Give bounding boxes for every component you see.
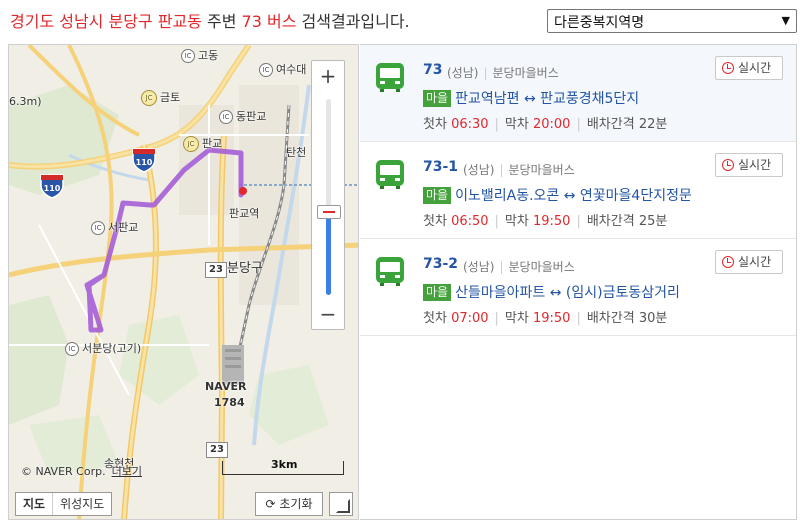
bus-route-path[interactable]: 마을 산들마을아파트 ↔ (임시)금토동삼거리 <box>423 282 680 302</box>
bus-meta: (성남) | 분당마을버스 <box>463 260 575 274</box>
search-result-headline: 경기도 성남시 분당구 판교동 주변 73 버스 검색결과입니다. <box>10 8 410 32</box>
refresh-icon: ⟳ <box>265 497 276 511</box>
jc-icon: JC <box>141 90 157 106</box>
svg-text:110: 110 <box>136 158 153 167</box>
realtime-button[interactable]: 실시간 <box>715 153 783 177</box>
bus-meta: (성남) | 분당마을버스 <box>447 66 559 80</box>
fullscreen-button[interactable] <box>329 492 353 516</box>
reset-label: 초기화 <box>279 497 313 511</box>
clock-icon <box>722 256 734 268</box>
map-label-seopangyo: IC 서판교 <box>91 219 138 235</box>
region-select[interactable]: 다른중복지역명 ▼ <box>547 9 797 33</box>
map-label-yeosuche: IC 여수대 <box>259 61 306 77</box>
bus-route-item[interactable]: 73 (성남) | 분당마을버스 실시간 마을 판교역남편 ↔ 판교풍경채5단지 첫차… <box>360 45 796 142</box>
realtime-button[interactable]: 실시간 <box>715 250 783 274</box>
map-label-bundang: 23 분당구 <box>205 257 263 278</box>
map-label-geumto: JC 금토 <box>141 89 180 106</box>
highway-110-shield-icon: 110 <box>40 174 64 199</box>
map-panel[interactable]: IC 고동 IC 여수대 6.3m) JC 금토 IC 동판교 JC 판교 탄천 판교역 … <box>8 44 359 520</box>
bus-times: 첫차 06:30 | 막차 20:00 | 배차간격 22분 <box>423 117 668 132</box>
map-background <box>9 45 358 519</box>
svg-text:110: 110 <box>44 184 61 193</box>
bus-icon <box>376 63 404 92</box>
bus-route-path[interactable]: 마을 이노밸리A동.오콘 ↔ 연꽃마을4단지정문 <box>423 185 692 205</box>
result-count-text: 73 버스 <box>241 12 297 31</box>
more-link[interactable]: 더보기 <box>112 465 142 478</box>
map-scale-label: 3km <box>271 458 298 471</box>
reset-map-button[interactable]: ⟳ 초기화 <box>255 492 323 516</box>
bus-icon <box>376 257 404 286</box>
zoom-control: + − <box>311 60 345 330</box>
village-bus-badge: 마을 <box>423 90 452 107</box>
headline-suffix: 검색결과입니다. <box>296 12 410 31</box>
map-type-toggle: 지도 위성지도 <box>15 492 113 516</box>
bus-times: 첫차 06:50 | 막차 19:50 | 배차간격 25분 <box>423 214 668 229</box>
bus-route-path[interactable]: 마을 판교역남편 ↔ 판교풍경채5단지 <box>423 88 639 108</box>
bus-number[interactable]: 73-2 <box>423 256 458 272</box>
map-label-pangyo-station: 판교역 <box>229 207 260 220</box>
bus-icon <box>376 160 404 189</box>
village-bus-badge: 마을 <box>423 284 452 301</box>
zoom-slider-handle[interactable] <box>317 205 341 219</box>
road-23-sign: 23 <box>205 262 227 278</box>
ic-icon: IC <box>65 342 79 356</box>
bus-times: 첫차 07:00 | 막차 19:50 | 배차간격 30분 <box>423 311 668 326</box>
ic-icon: IC <box>181 49 195 63</box>
map-label-tancheon: 탄천 <box>286 146 307 159</box>
chevron-down-icon: ▼ <box>781 14 790 27</box>
map-copyright: © NAVER Corp. 더보기 <box>21 465 142 478</box>
map-label-pangyo-jc: JC 판교 <box>183 135 222 152</box>
bus-number[interactable]: 73-1 <box>423 159 458 175</box>
ic-icon: IC <box>91 221 105 235</box>
ic-icon: IC <box>259 63 273 77</box>
bus-route-item[interactable]: 73-2 (성남) | 분당마을버스 실시간 마을 산들마을아파트 ↔ (임시)금토동… <box>360 239 796 336</box>
bus-number[interactable]: 73 <box>423 62 442 78</box>
clock-icon <box>722 62 734 74</box>
map-type-satellite-button[interactable]: 위성지도 <box>53 493 111 515</box>
zoom-out-button[interactable]: − <box>312 301 344 329</box>
around-text: 주변 <box>201 12 242 31</box>
map-label-godeung: IC 고동 <box>181 47 218 63</box>
map-label-dongpangyo: IC 동판교 <box>219 108 266 124</box>
location-text: 경기도 성남시 분당구 판교동 <box>10 12 202 31</box>
ic-icon: IC <box>219 110 233 124</box>
map-label-naver: NAVER <box>205 380 247 393</box>
clock-icon <box>722 159 734 171</box>
zoom-level-fill <box>326 213 331 295</box>
region-select-value: 다른중복지역명 <box>554 15 645 31</box>
map-type-normal-button[interactable]: 지도 <box>16 493 54 515</box>
bus-route-list: 73 (성남) | 분당마을버스 실시간 마을 판교역남편 ↔ 판교풍경채5단지 첫차… <box>360 44 797 520</box>
map-label-distance: 6.3m) <box>9 95 42 108</box>
realtime-button[interactable]: 실시간 <box>715 56 783 80</box>
map-label-seobundang: IC 서분당(고기) <box>65 340 141 356</box>
jc-icon: JC <box>183 136 199 152</box>
village-bus-badge: 마을 <box>423 187 452 204</box>
zoom-in-button[interactable]: + <box>312 63 344 91</box>
road-23-sign-bottom: 23 <box>206 442 228 458</box>
map-label-naver-num: 1784 <box>214 396 245 409</box>
bus-route-item[interactable]: 73-1 (성남) | 분당마을버스 실시간 마을 이노밸리A동.오콘 ↔ 연꽃마을4… <box>360 142 796 239</box>
highway-110-shield-icon: 110 <box>132 148 156 173</box>
bus-meta: (성남) | 분당마을버스 <box>463 163 575 177</box>
